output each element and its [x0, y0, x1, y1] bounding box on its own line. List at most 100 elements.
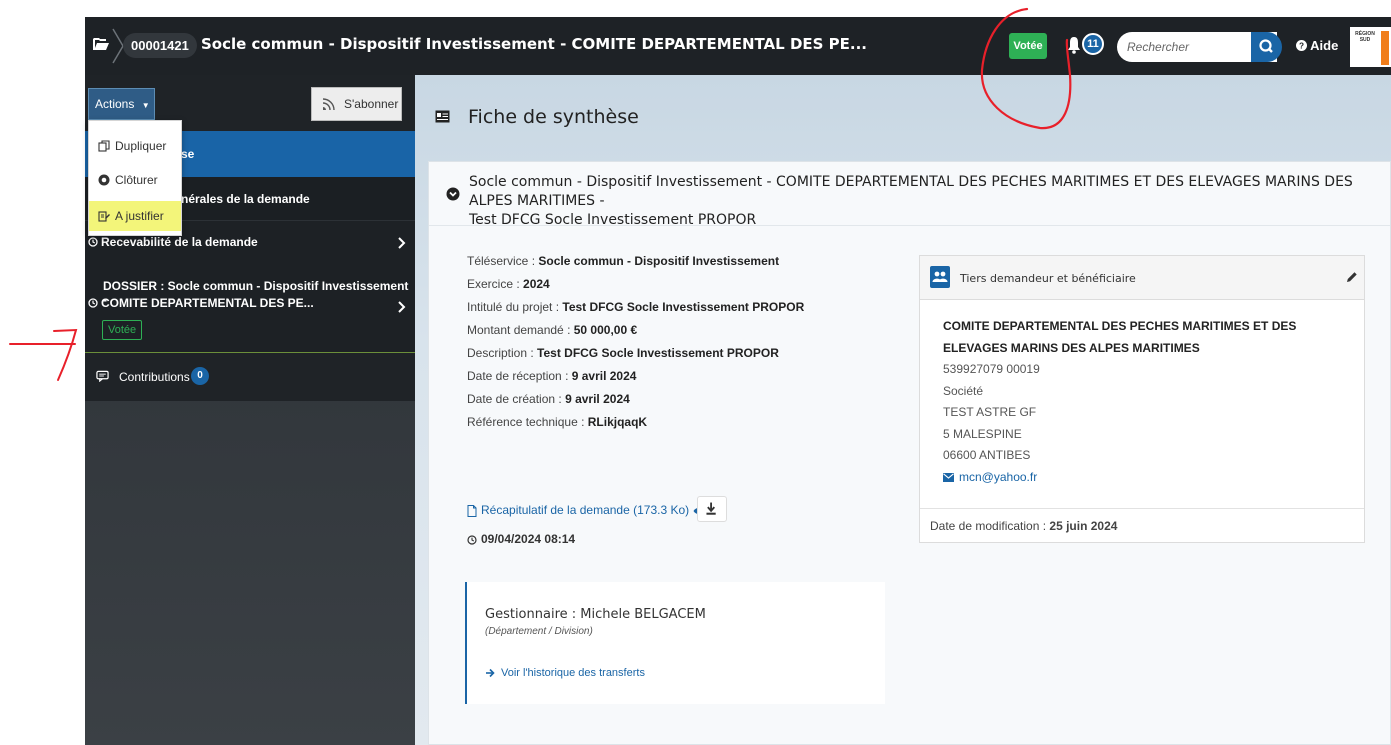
region-logo-stripe	[1381, 31, 1389, 65]
detail-row: Description : Test DFCG Socle Investisse…	[467, 342, 804, 365]
help-label[interactable]: Aide	[1310, 38, 1338, 53]
tiers-card-footer: Date de modification : 25 juin 2024	[920, 508, 1364, 542]
menu-item-a-justifier[interactable]: A justifier	[89, 201, 181, 231]
clock-icon	[88, 237, 98, 247]
edit-document-icon	[98, 211, 110, 222]
folder-open-icon	[93, 38, 109, 50]
detail-label: Date de création :	[467, 392, 566, 406]
detail-row: Montant demandé : 50 000,00 €	[467, 319, 804, 342]
panel-header[interactable]: Socle commun - Dispositif Investissement…	[429, 162, 1390, 228]
sidebar-item-dossier[interactable]: DOSSIER : Socle commun - Dispositif Inve…	[85, 265, 415, 353]
detail-row: Date de réception : 9 avril 2024	[467, 365, 804, 388]
detail-value: RLikjqaqK	[587, 415, 648, 429]
tiers-card-title: Tiers demandeur et bénéficiaire	[960, 272, 1136, 285]
bell-icon[interactable]	[1067, 36, 1081, 54]
tiers-contact: TEST ASTRE GF	[943, 405, 1037, 419]
pencil-icon[interactable]	[1346, 271, 1358, 283]
copy-icon	[98, 140, 110, 152]
notification-count-badge[interactable]: 11	[1082, 33, 1104, 55]
panel-title: Socle commun - Dispositif Investissement…	[469, 173, 1379, 230]
sidebar-item-label: nérales de la demande	[181, 192, 310, 206]
tiers-card: Tiers demandeur et bénéficiaire COMITE D…	[919, 255, 1365, 543]
detail-label: Référence technique :	[467, 415, 588, 429]
panel-title-line2: Test DFCG Socle Investissement PROPOR	[469, 212, 757, 228]
tiers-address: 5 MALESPINE	[943, 426, 1022, 441]
transfer-history-link[interactable]: Voir l'historique des transferts	[485, 667, 645, 679]
search-button[interactable]	[1251, 32, 1282, 62]
detail-value: Socle commun - Dispositif Investissement	[538, 254, 780, 268]
subscribe-button[interactable]: S'abonner	[311, 87, 402, 121]
recap-link[interactable]: Récapitulatif de la demande (173.3 Ko)	[467, 503, 707, 517]
tiers-email-link[interactable]: mcn@yahoo.fr	[943, 467, 1343, 489]
main-content: Fiche de synthèse Socle commun - Disposi…	[415, 75, 1391, 745]
chevron-circle-down-icon[interactable]	[446, 187, 460, 201]
dossier-status-badge: Votée	[102, 320, 143, 340]
comments-icon	[96, 370, 109, 382]
recap-datetime-value: 09/04/2024 08:14	[481, 532, 576, 546]
detail-value: 9 avril 2024	[565, 392, 630, 406]
caret-down-icon: ▼	[141, 101, 150, 110]
actions-button[interactable]: Actions ▼	[88, 88, 155, 120]
detail-label: Montant demandé :	[467, 323, 574, 337]
recap-link-label[interactable]: Récapitulatif de la demande (173.3 Ko)	[481, 503, 689, 517]
annotation-arrow-head	[53, 328, 78, 381]
actions-dropdown-menu: Dupliquer Clôturer A justifier	[88, 120, 182, 236]
tiers-card-header: Tiers demandeur et bénéficiaire	[920, 256, 1364, 300]
detail-value: 9 avril 2024	[571, 369, 637, 383]
contributions-count-badge: 0	[191, 367, 209, 385]
detail-value: 50 000,00 €	[573, 323, 638, 337]
detail-value: Test DFCG Socle Investissement PROPOR	[537, 346, 779, 360]
sidebar-item-label: se	[181, 147, 195, 161]
svg-text:?: ?	[1299, 42, 1304, 51]
envelope-icon	[943, 472, 954, 482]
top-bar: 00001421 Socle commun - Dispositif Inves…	[85, 17, 1391, 75]
subscribe-label: S'abonner	[344, 97, 399, 111]
status-badge: Votée	[1009, 33, 1047, 59]
detail-label: Exercice :	[467, 277, 524, 291]
sidebar-item-label: Contributions	[119, 370, 190, 384]
chevron-right-icon	[398, 301, 406, 313]
download-button[interactable]	[697, 496, 727, 522]
chevron-right-icon	[398, 237, 406, 249]
dossier-label-line2: COMITE DEPARTEMENTAL DES PE...	[101, 296, 314, 310]
region-logo-text: RÉGION SUD	[1355, 31, 1375, 43]
transfer-history-label[interactable]: Voir l'historique des transferts	[501, 667, 645, 679]
detail-row: Date de création : 9 avril 2024	[467, 388, 804, 411]
tiers-name: COMITE DEPARTEMENTAL DES PECHES MARITIME…	[943, 319, 1297, 355]
close-circle-icon	[98, 174, 110, 186]
question-circle-icon: ?	[1296, 40, 1307, 51]
detail-label: Téléservice :	[467, 254, 539, 268]
detail-value: Test DFCG Socle Investissement PROPOR	[562, 300, 805, 314]
arrow-right-icon	[486, 669, 495, 678]
modified-value: 25 juin 2024	[1049, 519, 1118, 533]
menu-item-label: Dupliquer	[115, 139, 167, 153]
sidebar-item-contributions[interactable]: Contributions 0	[85, 353, 415, 401]
detail-label: Date de réception :	[467, 369, 572, 383]
actions-label: Actions	[95, 97, 135, 111]
gestionnaire-name: Gestionnaire : Michele BELGACEM	[485, 607, 706, 622]
menu-item-label: Clôturer	[115, 173, 158, 187]
detail-row: Référence technique : RLikjqaqK	[467, 411, 804, 434]
rss-bookmark-icon	[322, 98, 335, 111]
tiers-type: Société	[943, 383, 984, 398]
tiers-email[interactable]: mcn@yahoo.fr	[959, 470, 1037, 484]
panel-title-line1: Socle commun - Dispositif Investissement…	[469, 174, 1353, 209]
users-icon	[930, 266, 950, 288]
help-link[interactable]: ? Aide	[1296, 38, 1338, 53]
screenshot-canvas: 00001421 Socle commun - Dispositif Inves…	[0, 0, 1391, 745]
clock-icon	[467, 535, 477, 545]
menu-item-dupliquer[interactable]: Dupliquer	[89, 131, 181, 161]
request-details: Téléservice : Socle commun - Dispositif …	[467, 250, 804, 434]
gestionnaire-department: (Département / Division)	[485, 626, 593, 637]
detail-value: 2024	[523, 277, 550, 291]
sidebar-item-label: Recevabilité de la demande	[101, 235, 258, 249]
menu-item-cloturer[interactable]: Clôturer	[89, 165, 181, 195]
download-icon	[706, 502, 716, 515]
recap-datetime: 09/04/2024 08:14	[467, 532, 575, 546]
detail-row: Exercice : 2024	[467, 273, 804, 296]
file-icon	[467, 504, 477, 517]
detail-label: Intitulé du projet :	[467, 300, 563, 314]
tiers-siret: 539927079 00019	[943, 362, 1040, 376]
tiers-card-body: COMITE DEPARTEMENTAL DES PECHES MARITIME…	[943, 316, 1343, 488]
synthesis-panel: Socle commun - Dispositif Investissement…	[428, 161, 1391, 745]
